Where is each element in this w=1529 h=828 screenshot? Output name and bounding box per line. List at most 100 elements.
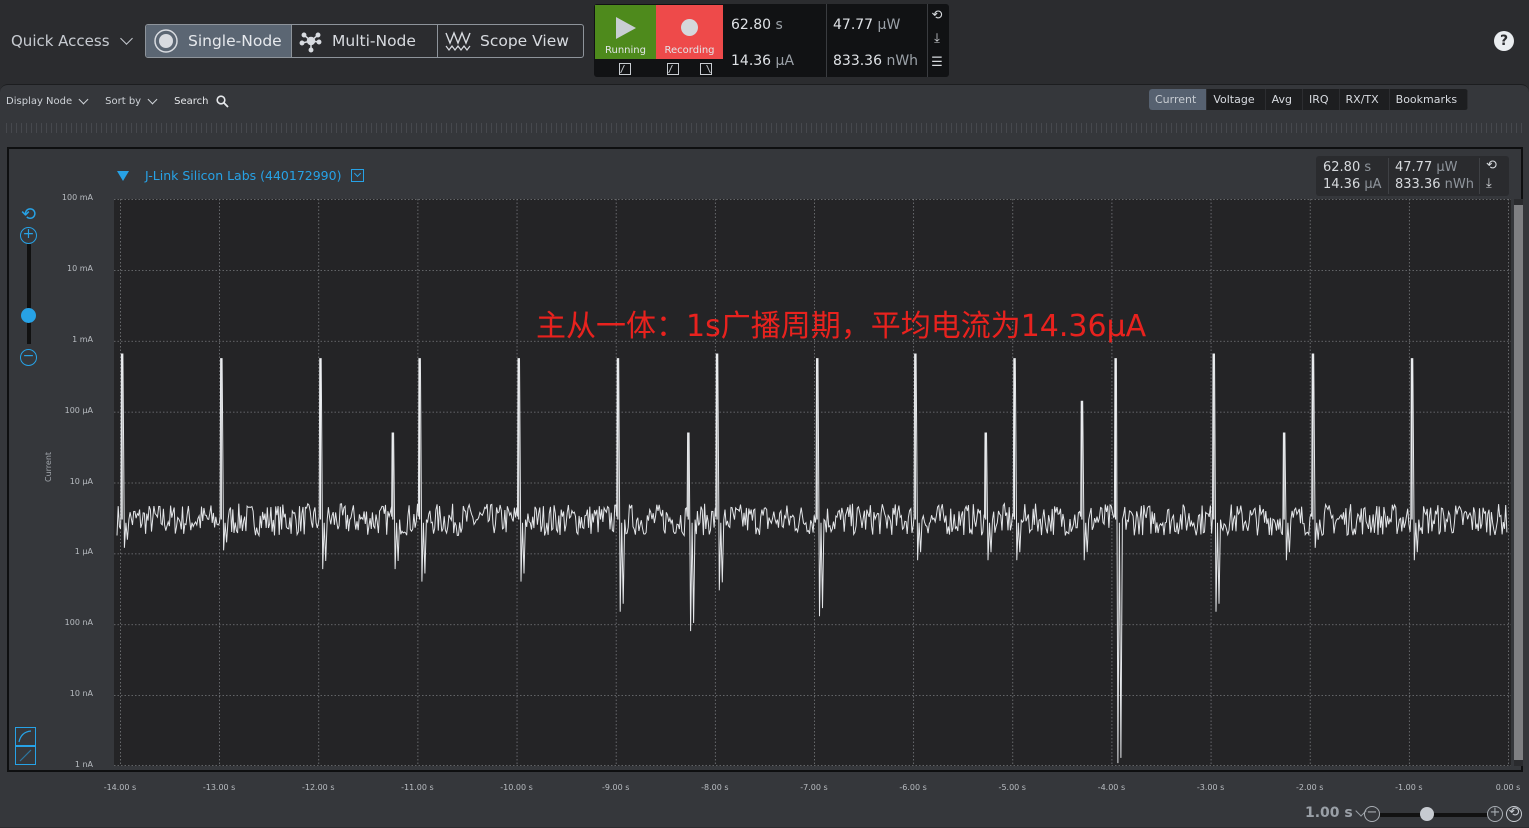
time-zoom-knob[interactable]	[1420, 807, 1434, 821]
x-tick-label: -5.00 s	[998, 783, 1026, 792]
chevron-down-icon	[147, 94, 158, 105]
tab-irq[interactable]: IRQ	[1303, 89, 1340, 110]
x-tick-label: -3.00 s	[1196, 783, 1225, 792]
reset-icon[interactable]: ⟲	[930, 9, 944, 23]
divider	[826, 4, 827, 77]
x-tick-label: -7.00 s	[800, 783, 828, 792]
reset-zoom-icon[interactable]: ⟲	[21, 206, 36, 224]
time-zoom-in-icon[interactable]: +	[1487, 806, 1503, 822]
tab-rxtx[interactable]: RX/TX	[1340, 89, 1390, 110]
display-node-label: Display Node	[6, 96, 73, 107]
quick-access-menu[interactable]: Quick Access	[11, 32, 133, 50]
reset-icon[interactable]: ⟲	[1486, 158, 1497, 173]
record-icon	[681, 19, 698, 36]
display-toolbar: Display Node Sort by Search	[6, 94, 230, 108]
zoom-out-icon[interactable]: −	[20, 349, 37, 366]
current-chart	[114, 199, 1511, 766]
display-node-dropdown[interactable]: Display Node	[6, 94, 89, 107]
radio-icon	[154, 29, 178, 53]
node-menu-icon[interactable]	[351, 169, 365, 182]
main-panel: Display Node Sort by Search Current Volt…	[0, 84, 1529, 827]
vertical-scrollbar[interactable]	[1514, 199, 1523, 766]
energy-readout: 833.36 nWh	[833, 53, 919, 69]
node-title: J-Link Silicon Labs (440172990)	[145, 168, 342, 183]
x-tick-label: -4.00 s	[1097, 783, 1126, 792]
linear-curve-icon[interactable]	[15, 746, 36, 765]
search-button[interactable]: Search	[174, 95, 230, 108]
x-tick-label: 0.00 s	[1495, 783, 1521, 792]
time-zoom-out-icon[interactable]: −	[1364, 806, 1380, 822]
signal-tabs: Current Voltage Avg IRQ RX/TX Bookmarks	[1149, 89, 1469, 110]
time-axis-bar: -14.00 s -13.00 s -12.00 s -11.00 s -10.00 s…	[0, 775, 1529, 828]
x-tick-label: -14.00 s	[103, 783, 137, 792]
download-icon[interactable]: ⤓	[930, 32, 944, 46]
record-button[interactable]: Recording	[656, 5, 723, 59]
time-zoom-track[interactable]	[1380, 813, 1488, 817]
mode-scope-view[interactable]: Scope View	[438, 25, 583, 57]
help-icon[interactable]: ?	[1494, 31, 1514, 51]
annotation-text: 主从一体：1s广播周期，平均电流为14.36µA	[536, 309, 1147, 344]
x-tick-label: -6.00 s	[899, 783, 927, 792]
x-tick-label: -10.00 s	[500, 783, 533, 792]
node-header[interactable]: J-Link Silicon Labs (440172990)	[117, 168, 365, 183]
smooth-curve-icon[interactable]	[15, 727, 36, 746]
list-icon[interactable]: ☰	[930, 56, 944, 70]
timescale-dropdown[interactable]: 1.00 s	[1305, 804, 1367, 821]
play-icon	[615, 17, 636, 39]
node-power: 47.77 µW	[1395, 160, 1458, 175]
timeline-ruler[interactable]	[6, 123, 1523, 133]
elapsed-time-readout: 62.80 s	[731, 17, 783, 33]
x-tick-label: -8.00 s	[701, 783, 729, 792]
x-tick-label: -11.00 s	[401, 783, 434, 792]
node-time: 62.80 s	[1323, 160, 1372, 175]
x-tick-label: -13.00 s	[202, 783, 236, 792]
scrollbar-thumb[interactable]	[1514, 205, 1523, 760]
y-tick-label: 10 mA	[67, 263, 93, 273]
mode-multi-node[interactable]: Multi-Node	[292, 25, 438, 57]
time-reset-icon[interactable]: ⟲	[1506, 806, 1522, 822]
record-trigger-falling-icon[interactable]	[700, 63, 712, 75]
run-trigger-rising-icon[interactable]	[619, 63, 631, 75]
x-tick-label: -1.00 s	[1395, 783, 1423, 792]
y-zoom-control: ⟲ + −	[17, 204, 39, 374]
run-label: Running	[605, 45, 646, 56]
power-readout: 47.77 µW	[833, 17, 901, 33]
x-tick-label: -9.00 s	[601, 783, 630, 792]
mode-label: Scope View	[480, 32, 569, 50]
current-series-line	[116, 353, 1508, 764]
record-trigger-rising-icon[interactable]	[667, 63, 679, 75]
waveform-icon	[445, 31, 471, 51]
tab-avg[interactable]: Avg	[1266, 89, 1303, 110]
download-icon[interactable]: ⤓	[1486, 176, 1492, 191]
node-energy: 833.36 nWh	[1395, 177, 1474, 192]
mode-label: Single-Node	[188, 32, 282, 50]
zoom-in-icon[interactable]: +	[20, 227, 37, 244]
sort-by-label: Sort by	[105, 96, 142, 107]
divider	[1388, 158, 1389, 194]
run-button[interactable]: Running	[595, 5, 656, 59]
acquisition-control: Running Recording 62.80 s 14.36 µA 47.77…	[594, 4, 949, 77]
sort-by-dropdown[interactable]: Sort by	[105, 94, 158, 107]
divider	[927, 4, 928, 77]
tab-voltage[interactable]: Voltage	[1207, 89, 1266, 110]
y-zoom-track[interactable]	[27, 244, 31, 344]
y-tick-label: 10 µA	[69, 476, 93, 486]
mode-label: Multi-Node	[332, 32, 416, 50]
search-label: Search	[174, 96, 209, 107]
mode-single-node[interactable]: Single-Node	[146, 25, 292, 57]
collapse-triangle-icon[interactable]	[117, 170, 129, 181]
current-plot-area[interactable]: 主从一体：1s广播周期，平均电流为14.36µA	[114, 199, 1511, 766]
search-icon	[216, 95, 230, 108]
tab-bookmarks[interactable]: Bookmarks	[1390, 89, 1469, 110]
top-bar: Quick Access Single-Node Multi-Node Scop…	[0, 0, 1529, 82]
quick-access-label: Quick Access	[11, 32, 110, 50]
y-tick-label: 100 nA	[64, 618, 93, 628]
timescale-value: 1.00 s	[1305, 805, 1353, 821]
y-tick-label: 1 µA	[74, 547, 93, 557]
avg-current-readout: 14.36 µA	[731, 53, 795, 69]
y-zoom-knob[interactable]	[21, 308, 36, 323]
y-tick-label: 100 µA	[64, 405, 93, 415]
chevron-down-icon	[78, 94, 89, 105]
tab-current[interactable]: Current	[1149, 89, 1208, 110]
y-tick-label: 1 mA	[72, 334, 93, 344]
